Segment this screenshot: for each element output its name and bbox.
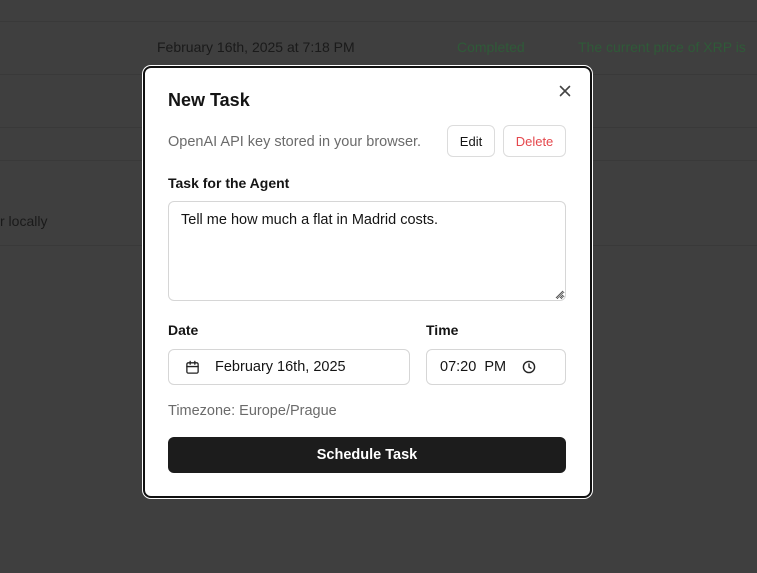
row-date: February 16th, 2025 at 7:18 PM — [157, 39, 355, 55]
edit-api-key-button[interactable]: Edit — [447, 125, 495, 157]
date-label: Date — [168, 322, 199, 338]
api-key-note: OpenAI API key stored in your browser. — [168, 134, 422, 150]
dialog-title: New Task — [168, 90, 250, 110]
row-partial-text: r locally — [0, 213, 48, 229]
new-task-dialog: New Task OpenAI API key stored in your b… — [143, 66, 592, 498]
row-status: Completed — [457, 39, 525, 55]
resize-handle-icon[interactable] — [555, 290, 564, 299]
schedule-task-button[interactable]: Schedule Task — [168, 437, 566, 473]
task-label: Task for the Agent — [168, 175, 290, 191]
time-label: Time — [426, 322, 459, 338]
row-result: The current price of XRP is — [578, 39, 746, 55]
time-input[interactable]: 07:20 PM — [426, 349, 566, 385]
time-value: 07:20 PM — [440, 359, 507, 375]
delete-api-key-button[interactable]: Delete — [503, 125, 566, 157]
date-value: February 16th, 2025 — [215, 359, 346, 375]
close-icon — [559, 85, 571, 97]
close-button[interactable] — [556, 82, 574, 100]
timezone-text: Timezone: Europe/Prague — [168, 403, 337, 419]
task-input[interactable] — [168, 201, 566, 301]
calendar-icon — [185, 360, 200, 375]
date-picker-button[interactable]: February 16th, 2025 — [168, 349, 410, 385]
clock-icon[interactable] — [522, 360, 536, 374]
table-row — [0, 0, 757, 22]
